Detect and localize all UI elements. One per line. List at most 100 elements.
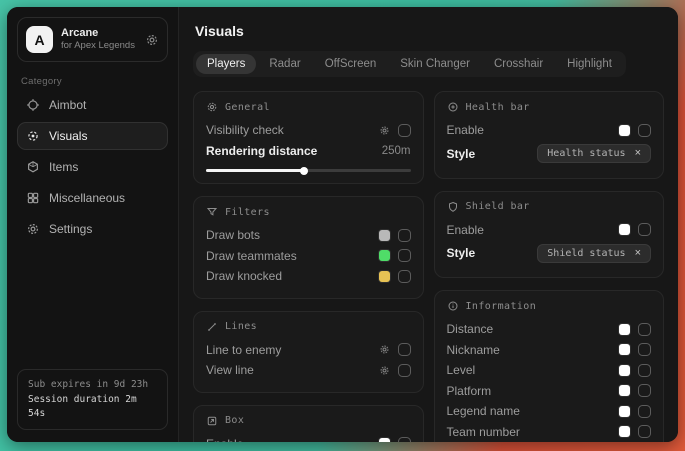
color-swatch[interactable] <box>379 438 390 442</box>
checkbox[interactable] <box>398 124 411 137</box>
rendering-distance-slider[interactable] <box>206 169 411 172</box>
section-lines: Lines Line to enemy <box>193 311 424 393</box>
app-window: A Arcane for Apex Legends Category Aimbo… <box>7 7 678 442</box>
section-health-bar: Health bar Enable Style Health status <box>434 91 665 179</box>
sidebar-item-miscellaneous[interactable]: Miscellaneous <box>17 184 168 212</box>
checkbox[interactable] <box>638 425 651 438</box>
setting-row-view-line: View line <box>206 360 411 381</box>
setting-row-legend-name: Legend name <box>447 401 652 422</box>
sidebar-item-aimbot[interactable]: Aimbot <box>17 91 168 119</box>
tab-crosshair[interactable]: Crosshair <box>483 54 554 74</box>
section-title: General <box>225 102 270 113</box>
color-swatch[interactable] <box>619 365 630 376</box>
sidebar-item-settings[interactable]: Settings <box>17 215 168 243</box>
section-header: General <box>206 101 411 113</box>
color-swatch[interactable] <box>619 426 630 437</box>
checkbox[interactable] <box>398 364 411 377</box>
clear-icon[interactable]: × <box>635 148 641 159</box>
checkbox[interactable] <box>638 323 651 336</box>
color-swatch[interactable] <box>619 324 630 335</box>
checkbox[interactable] <box>638 343 651 356</box>
checkbox[interactable] <box>638 124 651 137</box>
cube-icon <box>26 160 40 174</box>
setting-row-rendering-distance: Rendering distance 250m <box>206 141 411 162</box>
tab-players[interactable]: Players <box>196 54 256 74</box>
style-select[interactable]: Health status × <box>537 144 651 163</box>
section-header: Information <box>447 300 652 312</box>
section-general: General Visibility check <box>193 91 424 184</box>
setting-row-nickname: Nickname <box>447 340 652 361</box>
info-icon <box>447 300 459 312</box>
section-title: Filters <box>225 207 270 218</box>
setting-label: Team number <box>447 425 520 439</box>
tab-offscreen[interactable]: OffScreen <box>314 54 388 74</box>
filter-icon <box>206 206 218 218</box>
sidebar-item-label: Visuals <box>49 129 87 143</box>
setting-row-line-to-enemy: Line to enemy <box>206 340 411 361</box>
color-swatch[interactable] <box>379 250 390 261</box>
checkbox[interactable] <box>398 343 411 356</box>
setting-label: Platform <box>447 384 492 398</box>
crosshair-icon <box>26 98 40 112</box>
section-header: Lines <box>206 321 411 333</box>
color-swatch[interactable] <box>619 385 630 396</box>
gear-icon[interactable] <box>379 125 390 136</box>
brand-name: Arcane <box>61 27 137 41</box>
slider-fill <box>206 169 304 172</box>
section-header: Shield bar <box>447 201 652 213</box>
main-panel: Visuals Players Radar OffScreen Skin Cha… <box>179 7 678 442</box>
gear-icon[interactable] <box>379 365 390 376</box>
sidebar-item-visuals[interactable]: Visuals <box>17 122 168 150</box>
color-swatch[interactable] <box>379 230 390 241</box>
color-swatch[interactable] <box>379 271 390 282</box>
sidebar-nav: Aimbot Visuals Items <box>17 91 168 243</box>
gear-icon[interactable] <box>379 344 390 355</box>
setting-row-distance: Distance <box>447 319 652 340</box>
checkbox[interactable] <box>398 229 411 242</box>
slider-thumb[interactable] <box>300 167 308 175</box>
select-value: Health status <box>547 148 625 159</box>
category-label: Category <box>21 76 164 87</box>
checkbox[interactable] <box>398 270 411 283</box>
grid-icon <box>26 191 40 205</box>
checkbox[interactable] <box>638 364 651 377</box>
setting-label: Distance <box>447 322 494 336</box>
setting-label: Draw knocked <box>206 269 282 283</box>
color-swatch[interactable] <box>619 406 630 417</box>
clear-icon[interactable]: × <box>635 248 641 259</box>
tab-skin-changer[interactable]: Skin Changer <box>389 54 481 74</box>
checkbox[interactable] <box>638 405 651 418</box>
setting-row-box-enable: Enable <box>206 434 411 443</box>
gear-icon[interactable] <box>145 33 159 47</box>
sub-expiry-text: Sub expires in 9d 23h <box>28 378 157 392</box>
setting-label: Visibility check <box>206 123 284 137</box>
color-swatch[interactable] <box>619 344 630 355</box>
brand-subtitle: for Apex Legends <box>61 40 137 52</box>
tab-radar[interactable]: Radar <box>258 54 311 74</box>
eye-icon <box>26 129 40 143</box>
color-swatch[interactable] <box>619 125 630 136</box>
setting-row-health-style: Style Health status × <box>447 141 652 167</box>
setting-label: Draw teammates <box>206 249 297 263</box>
checkbox[interactable] <box>398 249 411 262</box>
sidebar-item-label: Settings <box>49 222 92 236</box>
checkbox[interactable] <box>638 223 651 236</box>
setting-row-shield-style: Style Shield status × <box>447 240 652 266</box>
style-select[interactable]: Shield status × <box>537 244 651 263</box>
setting-row-platform: Platform <box>447 381 652 402</box>
page-title: Visuals <box>195 23 664 39</box>
checkbox[interactable] <box>398 437 411 442</box>
tab-highlight[interactable]: Highlight <box>556 54 623 74</box>
subscription-card: Sub expires in 9d 23h Session duration 2… <box>17 369 168 430</box>
setting-row-health-enable: Enable <box>447 120 652 141</box>
sidebar-item-items[interactable]: Items <box>17 153 168 181</box>
setting-label: Draw bots <box>206 228 260 242</box>
setting-label: Legend name <box>447 404 520 418</box>
checkbox[interactable] <box>638 384 651 397</box>
setting-row-draw-knocked: Draw knocked <box>206 266 411 287</box>
color-swatch[interactable] <box>619 224 630 235</box>
brand-text: Arcane for Apex Legends <box>61 27 137 53</box>
left-column: General Visibility check <box>193 91 424 442</box>
setting-row-shield-enable: Enable <box>447 220 652 241</box>
slider-value: 250m <box>382 145 411 157</box>
